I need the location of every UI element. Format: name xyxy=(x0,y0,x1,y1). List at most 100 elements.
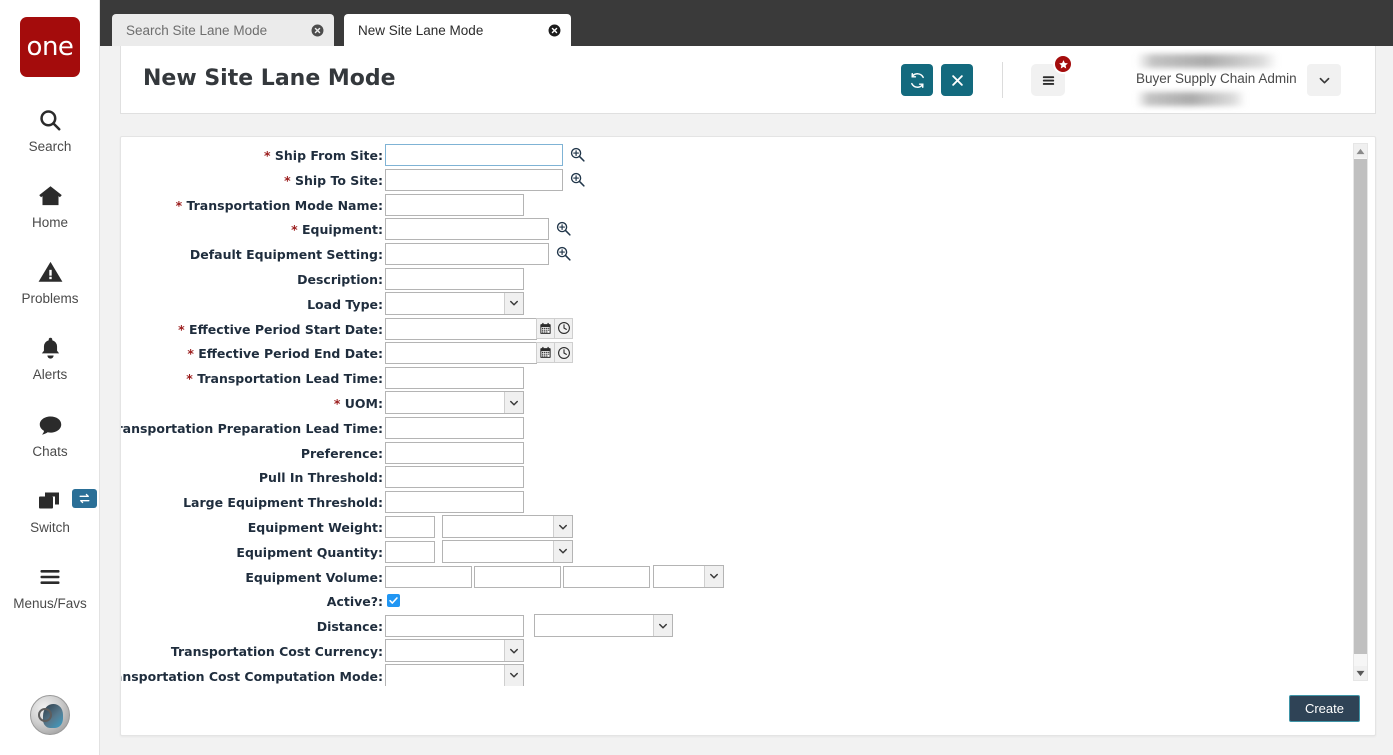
field-label: Load Type: xyxy=(121,292,383,317)
field-select-21[interactable] xyxy=(385,664,524,686)
field-date-input-8[interactable] xyxy=(385,342,537,364)
user-menu-dropdown[interactable] xyxy=(1307,64,1341,96)
home-icon xyxy=(0,179,100,213)
sidebar-item-menus-favs[interactable]: Menus/Favs xyxy=(0,560,100,611)
field-date-input-7[interactable] xyxy=(385,318,537,340)
user-avatar-icon[interactable] xyxy=(30,695,70,735)
swap-arrows-icon[interactable] xyxy=(72,489,97,508)
magnifier-plus-icon[interactable] xyxy=(555,245,572,262)
sidebar-item-home[interactable]: Home xyxy=(0,179,100,230)
page-title: New Site Lane Mode xyxy=(143,66,396,91)
tab-label: New Site Lane Mode xyxy=(358,23,483,38)
clock-icon[interactable] xyxy=(554,318,573,339)
field-number-15[interactable] xyxy=(385,516,435,538)
chevron-down-icon[interactable] xyxy=(504,665,523,686)
scrollbar-thumb[interactable] xyxy=(1354,159,1367,654)
form-row: Description: xyxy=(121,267,383,292)
form-row: * Ship From Site: xyxy=(121,143,383,168)
field-input-5[interactable] xyxy=(385,268,524,290)
field-volume-unit-select-17[interactable] xyxy=(653,565,724,588)
chevron-down-icon[interactable] xyxy=(504,392,523,413)
field-input-2[interactable] xyxy=(385,194,524,216)
create-button[interactable]: Create xyxy=(1289,695,1360,722)
field-label: Transportation Cost Computation Mode: xyxy=(121,664,383,686)
field-select-6[interactable] xyxy=(385,292,524,315)
chevron-down-icon[interactable] xyxy=(653,615,672,636)
field-input-13[interactable] xyxy=(385,466,524,488)
form-vertical-scrollbar[interactable] xyxy=(1353,143,1368,681)
calendar-icon[interactable] xyxy=(536,318,555,339)
chevron-down-icon[interactable] xyxy=(504,640,523,661)
required-asterisk: * xyxy=(291,222,298,237)
field-unit-select-15[interactable] xyxy=(442,515,573,538)
field-volume-width-17[interactable] xyxy=(474,566,561,588)
field-active-checkbox[interactable] xyxy=(387,594,400,607)
form-row: Equipment Weight: xyxy=(121,515,383,540)
redacted-text-top xyxy=(1136,54,1278,68)
sidebar-item-alerts[interactable]: Alerts xyxy=(0,331,100,382)
field-input-4[interactable] xyxy=(385,243,549,265)
chevron-down-icon[interactable] xyxy=(553,516,572,537)
required-asterisk: * xyxy=(178,322,185,337)
close-circle-icon[interactable] xyxy=(295,24,324,37)
field-distance-unit-select-19[interactable] xyxy=(534,614,673,637)
required-asterisk: * xyxy=(284,173,291,188)
field-input-3[interactable] xyxy=(385,218,549,240)
chat-bubble-icon xyxy=(0,408,100,442)
field-label: Active?: xyxy=(121,589,383,614)
star-icon[interactable] xyxy=(1053,54,1073,74)
form-row: Equipment Volume: xyxy=(121,565,383,590)
field-input-11[interactable] xyxy=(385,417,524,439)
field-select-10[interactable] xyxy=(385,391,524,414)
tab-new-site-lane-mode[interactable]: New Site Lane Mode xyxy=(344,14,571,49)
magnifier-plus-icon[interactable] xyxy=(555,220,572,237)
sidebar-item-chats[interactable]: Chats xyxy=(0,408,100,459)
form-row: * Transportation Lead Time: xyxy=(121,366,383,391)
form-row: Transportation Cost Currency: xyxy=(121,639,383,664)
sidebar-label-switch: Switch xyxy=(0,520,100,535)
field-select-20[interactable] xyxy=(385,639,524,662)
sidebar-item-problems[interactable]: Problems xyxy=(0,255,100,306)
hamburger-icon xyxy=(0,560,100,594)
user-info-block[interactable]: Buyer Supply Chain Admin xyxy=(1136,54,1286,106)
chevron-down-icon[interactable] xyxy=(504,293,523,314)
chevron-down-icon[interactable] xyxy=(553,541,572,562)
page-header: New Site Lane Mode xyxy=(120,46,1376,114)
calendar-icon[interactable] xyxy=(536,342,555,363)
field-input-9[interactable] xyxy=(385,367,524,389)
form-row: * UOM: xyxy=(121,391,383,416)
main-content: New Site Lane Mode xyxy=(100,46,1393,755)
field-input-1[interactable] xyxy=(385,169,563,191)
field-label: Distance: xyxy=(121,614,383,639)
form-scroll-area: * Ship From Site: * Ship To Site: * Tran… xyxy=(121,137,1353,686)
field-distance-input-19[interactable] xyxy=(385,615,524,637)
field-unit-select-16[interactable] xyxy=(442,540,573,563)
scroll-up-arrow-icon[interactable] xyxy=(1354,144,1367,158)
field-label: * Equipment: xyxy=(121,217,383,242)
left-sidebar: one Search Home Problems xyxy=(0,0,100,755)
logo-text: one xyxy=(27,34,74,60)
field-input-0[interactable] xyxy=(385,144,563,166)
cancel-button[interactable] xyxy=(941,64,973,96)
field-input-14[interactable] xyxy=(385,491,524,513)
field-label: Description: xyxy=(121,267,383,292)
required-asterisk: * xyxy=(187,346,194,361)
magnifier-plus-icon[interactable] xyxy=(569,146,586,163)
redacted-text-bottom xyxy=(1136,92,1246,106)
clock-icon[interactable] xyxy=(554,342,573,363)
user-name: Buyer Supply Chain Admin xyxy=(1136,71,1297,86)
sidebar-label-problems: Problems xyxy=(0,291,100,306)
field-volume-length-17[interactable] xyxy=(385,566,472,588)
close-circle-icon[interactable] xyxy=(532,24,561,37)
tab-search-site-lane-mode[interactable]: Search Site Lane Mode xyxy=(112,14,334,46)
field-number-16[interactable] xyxy=(385,541,435,563)
field-input-12[interactable] xyxy=(385,442,524,464)
refresh-button[interactable] xyxy=(901,64,933,96)
one-logo[interactable]: one xyxy=(20,17,80,77)
magnifier-plus-icon[interactable] xyxy=(569,171,586,188)
scroll-down-arrow-icon[interactable] xyxy=(1354,666,1367,680)
field-volume-height-17[interactable] xyxy=(563,566,650,588)
field-label: * Ship To Site: xyxy=(121,168,383,193)
sidebar-item-search[interactable]: Search xyxy=(0,103,100,154)
chevron-down-icon[interactable] xyxy=(704,566,723,587)
